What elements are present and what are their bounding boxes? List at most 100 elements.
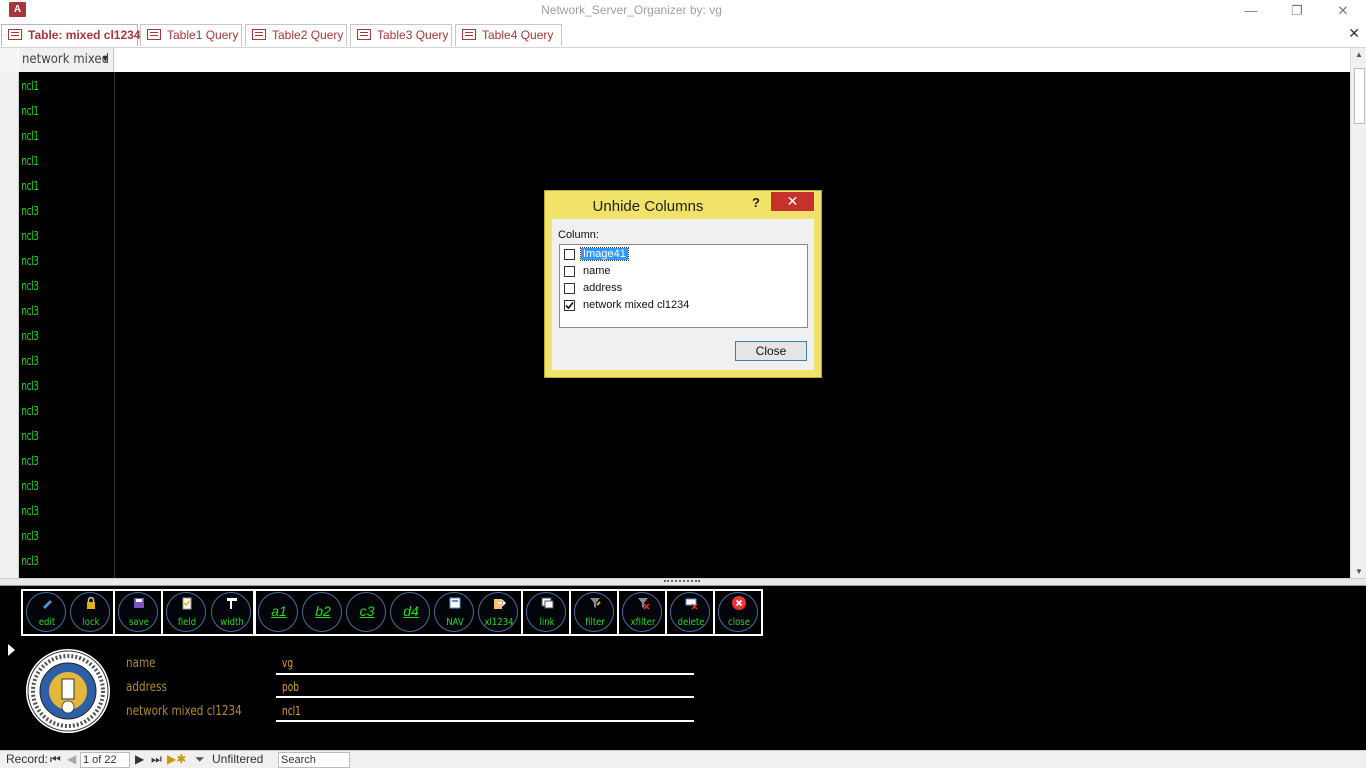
- record-number-input[interactable]: 1 of 22: [80, 752, 130, 768]
- tab-table4-query[interactable]: Table4 Query: [455, 24, 562, 46]
- table-row[interactable]: ncl3: [19, 397, 90, 422]
- save-icon: [132, 596, 146, 610]
- button-label: width: [220, 617, 244, 628]
- table-row[interactable]: ncl3: [19, 197, 90, 222]
- table-row[interactable]: ncl1: [19, 172, 90, 197]
- width-button[interactable]: width: [211, 592, 251, 632]
- table-row[interactable]: ncl3: [19, 522, 90, 547]
- form-splitter[interactable]: [0, 578, 1366, 586]
- field-value-address[interactable]: pob: [282, 680, 299, 694]
- close-button[interactable]: close: [718, 592, 758, 632]
- table-row[interactable]: ncl3: [19, 322, 90, 347]
- search-input[interactable]: Search: [278, 752, 350, 768]
- edit-button[interactable]: edit: [26, 592, 66, 632]
- last-record-icon[interactable]: ⏭: [151, 752, 162, 767]
- table-row[interactable]: ncl3: [19, 297, 90, 322]
- table-row[interactable]: ncl3: [19, 372, 90, 397]
- close-document-icon[interactable]: ✕: [1348, 25, 1360, 42]
- save-button[interactable]: save: [118, 592, 158, 632]
- column-checklist[interactable]: Image41 name address network mixed cl1234: [559, 244, 808, 328]
- splitter-grip[interactable]: [664, 580, 700, 585]
- table-icon: [8, 29, 22, 40]
- lock-icon: [84, 596, 98, 610]
- document-tabs: Table: mixed cl1234 Table1 Query Table2 …: [0, 22, 1366, 48]
- clipboard-icon: [180, 596, 194, 610]
- record-label: Record:: [6, 752, 49, 766]
- table-row[interactable]: ncl3: [19, 497, 90, 522]
- column-header-network-mixed[interactable]: network mixed ▼: [19, 48, 114, 72]
- column-option[interactable]: Image41: [564, 247, 804, 264]
- tab-table1-query[interactable]: Table1 Query: [140, 24, 242, 46]
- field-underline-network: [276, 720, 694, 722]
- xl1234-button[interactable]: xl1234: [478, 592, 518, 632]
- lock-button[interactable]: lock: [70, 592, 110, 632]
- minimize-button[interactable]: —: [1228, 0, 1274, 22]
- status-bar: Record: ⏮ ◀ 1 of 22 ▶ ⏭ ▶✱ ⏷ Unfiltered …: [0, 750, 1366, 768]
- b2-button[interactable]: b2: [302, 592, 342, 632]
- table-row[interactable]: ncl3: [19, 247, 90, 272]
- column-option[interactable]: address: [564, 281, 804, 298]
- table-row[interactable]: ncl1: [19, 147, 90, 172]
- table-row[interactable]: ncl1: [19, 97, 90, 122]
- previous-record-icon[interactable]: ◀: [67, 752, 76, 767]
- first-record-icon[interactable]: ⏮: [50, 752, 61, 767]
- nav-button[interactable]: NAV: [434, 592, 474, 632]
- help-icon[interactable]: ?: [752, 195, 760, 210]
- table-row[interactable]: ncl3: [19, 422, 90, 447]
- filter-button[interactable]: filter: [574, 592, 614, 632]
- window-close-button[interactable]: ✕: [1320, 0, 1366, 22]
- scroll-thumb[interactable]: [1354, 68, 1365, 124]
- field-value-name[interactable]: vg: [282, 656, 293, 670]
- column-checkbox[interactable]: [564, 266, 575, 277]
- link-button[interactable]: link: [526, 592, 566, 632]
- vertical-scrollbar[interactable]: ▲ ▼: [1350, 48, 1366, 578]
- close-button[interactable]: Close: [735, 341, 807, 361]
- column-checkbox[interactable]: [564, 283, 575, 294]
- table-row[interactable]: ncl3: [19, 272, 90, 297]
- button-label: xl1234: [484, 617, 514, 628]
- table-row[interactable]: ncl3: [19, 547, 90, 572]
- button-label: delete: [677, 617, 705, 628]
- tab-table-mixed[interactable]: Table: mixed cl1234: [1, 24, 141, 46]
- field-underline-address: [276, 696, 694, 698]
- column-option[interactable]: name: [564, 264, 804, 281]
- row-selectors[interactable]: [0, 72, 19, 578]
- filter-funnel-icon: ⏷: [195, 752, 205, 766]
- filter-status[interactable]: Unfiltered: [212, 752, 263, 767]
- form-icon: [448, 596, 462, 610]
- dialog-close-icon[interactable]: ✕: [771, 192, 814, 211]
- new-record-icon[interactable]: ▶✱: [167, 752, 186, 767]
- button-label: filter: [585, 617, 605, 628]
- xfilter-button[interactable]: xfilter: [622, 592, 662, 632]
- field-value-network[interactable]: ncl1: [282, 704, 301, 718]
- tab-table3-query[interactable]: Table3 Query: [350, 24, 452, 46]
- column-checkbox[interactable]: [564, 300, 575, 311]
- table-row[interactable]: ncl3: [19, 472, 90, 497]
- column-option[interactable]: network mixed cl1234: [564, 298, 804, 315]
- table-row[interactable]: ncl1: [19, 122, 90, 147]
- scroll-up-icon[interactable]: ▲: [1351, 50, 1366, 59]
- column-option-label: address: [583, 282, 623, 294]
- table-row[interactable]: ncl3: [19, 447, 90, 472]
- button-label: save: [129, 617, 149, 628]
- column-option-label: network mixed cl1234: [583, 299, 690, 311]
- tab-table2-query[interactable]: Table2 Query: [245, 24, 347, 46]
- field-button[interactable]: field: [166, 592, 206, 632]
- table-row[interactable]: ncl3: [19, 347, 90, 372]
- button-label: link: [539, 617, 555, 628]
- restore-button[interactable]: ❐: [1274, 0, 1320, 22]
- column-checkbox[interactable]: [564, 249, 575, 260]
- button-label: close: [728, 617, 750, 628]
- dropdown-arrow-icon[interactable]: ▼: [102, 47, 108, 71]
- form-section: edit lock save field width a1 b2 c3 d4 NAV xl1234 l…: [0, 586, 1366, 750]
- scroll-down-icon[interactable]: ▼: [1351, 567, 1366, 576]
- column-divider: [114, 72, 115, 578]
- table-row[interactable]: ncl3: [19, 222, 90, 247]
- next-record-icon[interactable]: ▶: [135, 752, 144, 767]
- table-row[interactable]: ncl1: [19, 72, 90, 97]
- select-all-corner[interactable]: [0, 48, 18, 72]
- d4-button[interactable]: d4: [390, 592, 430, 632]
- c3-button[interactable]: c3: [346, 592, 386, 632]
- a1-button[interactable]: a1: [258, 592, 298, 632]
- delete-button[interactable]: delete: [670, 592, 710, 632]
